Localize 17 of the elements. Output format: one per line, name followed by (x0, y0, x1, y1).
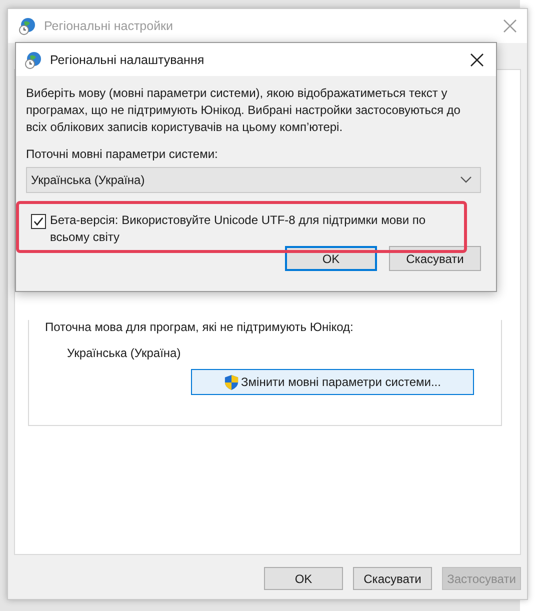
close-icon[interactable] (470, 52, 484, 66)
locale-dropdown[interactable]: Українська (Україна) (26, 167, 481, 193)
current-language-label: Поточна мова для програм, які не підтримують Юнікод: (45, 320, 354, 334)
locale-label: Поточні мовні параметри системи: (26, 147, 219, 161)
dialog-button[interactable]: Скасувати (353, 567, 432, 590)
shield-icon (224, 374, 240, 390)
checkbox[interactable] (31, 214, 46, 229)
description-text: Виберіть мову (мовні параметри системи), якою відображатиметься текст у програмах, що не підтримують Юнікод. Вибрані настройки застосовуються до всіх облікових записів користувачів на цьому комп’ютері. (26, 85, 462, 136)
change-system-locale-button[interactable]: Змінити мовні параметри системи... (191, 369, 474, 395)
globe-icon (24, 50, 42, 68)
globe-icon (18, 17, 36, 35)
window-title: Регіональні настройки (44, 19, 174, 33)
checkbox-label: Бета-версія: Використовуйте Unicode UTF-8 для підтримки мови по всьому світу (50, 212, 427, 246)
current-language-value: Українська (Україна) (67, 346, 182, 360)
dialog-button[interactable]: OK (264, 567, 343, 590)
chevron-down-icon (460, 176, 472, 184)
dialog-title: Регіональні налаштування (50, 52, 206, 66)
